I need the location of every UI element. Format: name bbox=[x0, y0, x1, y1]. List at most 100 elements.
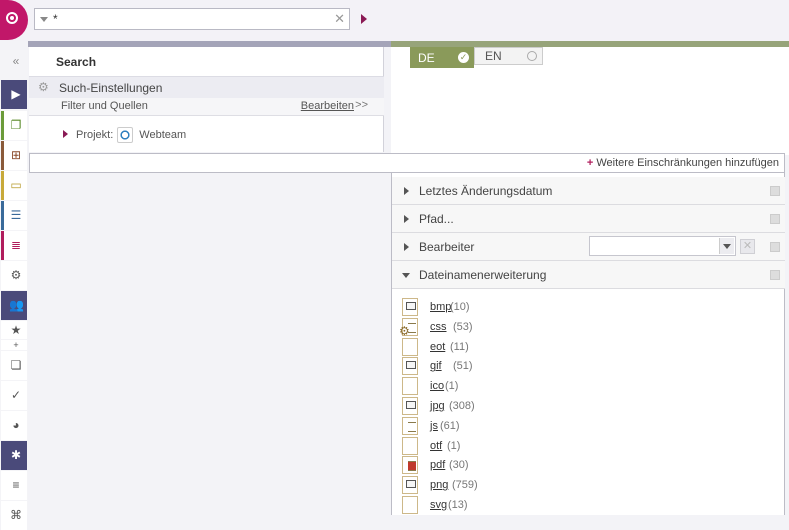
extension-count: (13) bbox=[448, 499, 468, 511]
extension-name-link[interactable]: ico bbox=[430, 380, 444, 392]
section-path[interactable]: Pfad... bbox=[392, 205, 785, 233]
collapse-rail-button[interactable]: « bbox=[1, 50, 27, 74]
extension-item[interactable]: ico (1) bbox=[402, 376, 702, 396]
extension-item[interactable]: css (53) bbox=[399, 317, 702, 338]
edit-filters-link[interactable]: Bearbeiten bbox=[301, 100, 354, 112]
rail-item-settings[interactable]: ⚙ bbox=[1, 261, 27, 290]
gear-icon: ⚙ bbox=[10, 268, 22, 282]
double-chevron-left-icon: « bbox=[12, 54, 20, 68]
left-tool-rail: « ▶ ❐ ⊞ ▭ ☰ ≣ ⚙ 👥 ★ + ❏ ✓ ◕ ✱ ≡ ⌘ bbox=[0, 50, 28, 530]
extension-item[interactable]: png (759) bbox=[402, 475, 702, 495]
rail-item-content[interactable]: ≣ bbox=[1, 231, 27, 260]
section-editor[interactable]: Bearbeiter ✕ bbox=[392, 233, 785, 261]
rail-item-media[interactable]: ▭ bbox=[1, 171, 27, 200]
project-prefix-label: Projekt: bbox=[76, 128, 114, 141]
extension-count: (308) bbox=[449, 400, 475, 412]
clear-editor-icon[interactable]: ✕ bbox=[740, 239, 755, 254]
extension-name-link[interactable]: pdf bbox=[430, 459, 445, 471]
settings-gear-icon: ⚙ bbox=[38, 80, 49, 94]
expand-project-icon[interactable] bbox=[63, 129, 68, 138]
project-icon bbox=[117, 127, 134, 143]
extension-item[interactable]: js (61) bbox=[402, 416, 702, 436]
expand-arrow-icon bbox=[404, 243, 409, 251]
extension-count: (53) bbox=[453, 320, 473, 333]
rail-item-plugins[interactable]: ✱ bbox=[1, 441, 27, 470]
section-last-modified[interactable]: Letztes Änderungsdatum bbox=[392, 177, 785, 205]
extension-item[interactable]: jpg (308) bbox=[402, 396, 702, 416]
extension-item[interactable]: eot (11) bbox=[402, 337, 702, 357]
rail-item-report[interactable]: ≡ bbox=[1, 471, 27, 500]
rail-item-users[interactable]: 👥 bbox=[1, 291, 27, 320]
script-file-icon bbox=[402, 416, 418, 435]
extension-item[interactable]: bmp (10) bbox=[402, 297, 702, 317]
extension-count: (1) bbox=[447, 439, 461, 452]
rail-item-check[interactable]: ✓ bbox=[1, 381, 27, 410]
report-icon: ≡ bbox=[12, 478, 20, 492]
extension-item[interactable]: otf (1) bbox=[402, 436, 702, 456]
language-tab-en[interactable]: EN bbox=[474, 47, 543, 65]
rail-item-structure[interactable]: ☰ bbox=[1, 201, 27, 230]
image-file-icon bbox=[402, 357, 418, 376]
inactive-circle-icon bbox=[527, 51, 537, 61]
extension-name-link[interactable]: bmp bbox=[430, 301, 451, 313]
extension-name-link[interactable]: js bbox=[430, 420, 438, 432]
project-source-row[interactable]: Projekt: Webteam bbox=[63, 127, 186, 143]
expand-arrow-icon bbox=[404, 187, 409, 195]
extension-item[interactable]: svg (13) bbox=[402, 495, 702, 515]
filter-sources-row: Filter und Quellen Bearbeiten >> bbox=[29, 98, 384, 116]
section-label: Pfad... bbox=[419, 212, 454, 226]
play-icon: ▶ bbox=[11, 87, 21, 101]
rail-item-more[interactable]: ⌘ bbox=[1, 501, 27, 530]
rail-item-favorites[interactable]: ★ bbox=[1, 321, 27, 339]
rail-item-history[interactable]: ◕ bbox=[1, 411, 27, 440]
language-code: DE bbox=[418, 51, 435, 65]
extension-count: (759) bbox=[452, 479, 478, 492]
search-panel: Search ⚙ Such-Einstellungen Filter und Q… bbox=[29, 47, 384, 152]
rail-item-copy[interactable]: ❏ bbox=[1, 351, 27, 380]
editor-select[interactable] bbox=[589, 236, 736, 256]
media-icon: ▭ bbox=[10, 178, 22, 192]
search-query-text: * bbox=[53, 12, 58, 26]
clear-search-icon[interactable]: ✕ bbox=[334, 11, 345, 27]
section-checkbox[interactable] bbox=[770, 242, 780, 252]
section-checkbox[interactable] bbox=[770, 270, 780, 280]
pdf-file-icon bbox=[402, 456, 418, 475]
extension-count: (11) bbox=[450, 340, 469, 353]
project-name-label: Webteam bbox=[139, 128, 187, 141]
section-file-extension[interactable]: Dateinamenerweiterung bbox=[392, 261, 785, 289]
language-code: EN bbox=[485, 49, 502, 63]
extension-item[interactable]: gif (51) bbox=[402, 356, 702, 376]
collapse-arrow-icon bbox=[402, 273, 410, 278]
plus-icon: + bbox=[586, 157, 594, 169]
language-tab-de[interactable]: DE ✓ bbox=[410, 47, 474, 68]
restrictions-bar: + Weitere Einschränkungen hinzufügen bbox=[29, 153, 785, 173]
panel-title: Search bbox=[56, 55, 97, 69]
chevron-down-icon[interactable] bbox=[719, 238, 734, 254]
extension-name-link[interactable]: jpg bbox=[430, 400, 445, 412]
search-input[interactable]: * ✕ bbox=[34, 8, 350, 30]
section-checkbox[interactable] bbox=[770, 186, 780, 196]
content-list-icon: ≣ bbox=[10, 238, 22, 252]
extension-name-link[interactable]: css bbox=[430, 321, 447, 333]
rail-item-play[interactable]: ▶ bbox=[1, 80, 27, 109]
image-file-icon bbox=[402, 397, 418, 415]
rail-item-table[interactable]: ⊞ bbox=[1, 141, 27, 170]
double-chevron-right-icon[interactable]: >> bbox=[355, 99, 368, 111]
extension-name-link[interactable]: eot bbox=[430, 341, 445, 353]
run-search-arrow-icon[interactable] bbox=[361, 14, 367, 24]
rail-item-pages[interactable]: ❐ bbox=[1, 111, 27, 140]
table-icon: ⊞ bbox=[10, 148, 22, 162]
extension-name-link[interactable]: gif bbox=[430, 360, 442, 372]
image-file-icon bbox=[402, 476, 418, 495]
extension-item[interactable]: pdf (30) bbox=[402, 455, 702, 475]
structure-icon: ☰ bbox=[10, 208, 22, 222]
add-restrictions-button[interactable]: + Weitere Einschränkungen hinzufügen bbox=[587, 157, 779, 169]
extension-name-link[interactable]: otf bbox=[430, 440, 442, 452]
extension-name-link[interactable]: svg bbox=[430, 499, 447, 511]
search-settings-header[interactable]: ⚙ Such-Einstellungen bbox=[29, 76, 384, 98]
rail-add-button[interactable]: + bbox=[1, 340, 27, 350]
add-restrictions-label: Weitere Einschränkungen hinzufügen bbox=[596, 157, 779, 169]
search-history-dropdown-icon[interactable] bbox=[40, 17, 48, 22]
section-checkbox[interactable] bbox=[770, 214, 780, 224]
extension-name-link[interactable]: png bbox=[430, 479, 448, 491]
